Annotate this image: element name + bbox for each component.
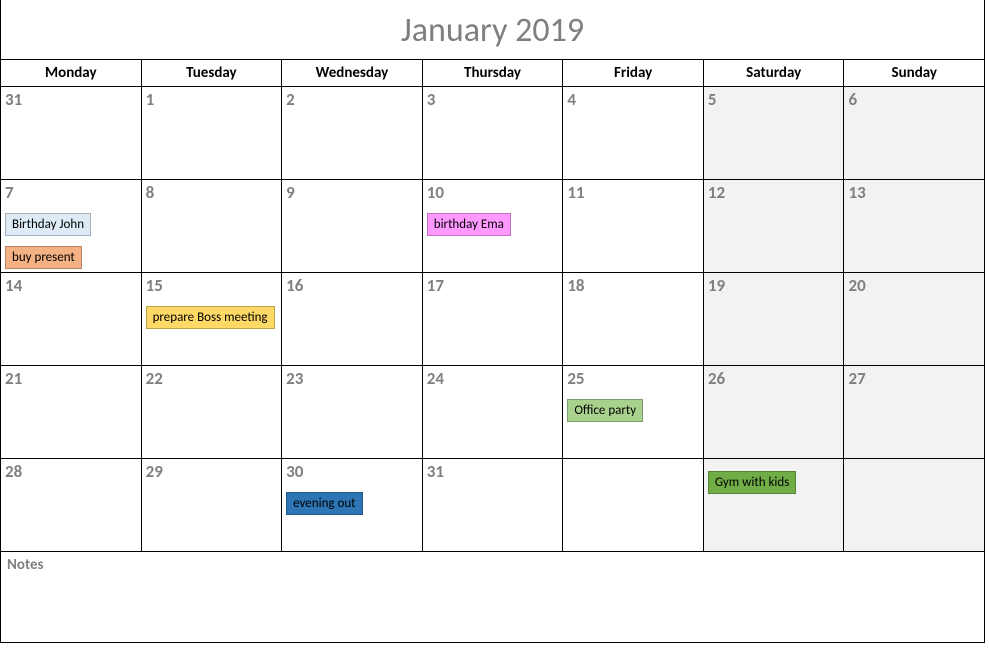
- calendar-title: January 2019: [1, 0, 984, 59]
- week-row: 21 22 23 24 25 Office party 26 27: [1, 366, 984, 459]
- day-cell[interactable]: 24: [423, 366, 564, 458]
- weeks-container: 311234567Birthday Johnbuy present8910bir…: [1, 87, 984, 552]
- day-header: Saturday: [704, 60, 845, 86]
- day-cell[interactable]: 31: [423, 459, 564, 551]
- day-cell[interactable]: 20: [844, 273, 984, 365]
- day-cell[interactable]: 22: [142, 366, 283, 458]
- day-cell[interactable]: 18: [563, 273, 704, 365]
- day-number: 14: [5, 275, 137, 296]
- day-cell[interactable]: 9: [282, 180, 423, 272]
- day-number: 21: [5, 368, 137, 389]
- day-cell[interactable]: 23: [282, 366, 423, 458]
- day-number: 12: [708, 182, 840, 203]
- day-number: 1: [146, 89, 278, 110]
- day-number: 28: [5, 461, 137, 482]
- day-cell[interactable]: 13: [844, 180, 984, 272]
- day-number: 23: [286, 368, 418, 389]
- day-number: 26: [708, 368, 840, 389]
- day-number: 22: [146, 368, 278, 389]
- day-number: 15: [146, 275, 278, 296]
- day-cell[interactable]: 29: [142, 459, 283, 551]
- calendar-event[interactable]: Office party: [567, 399, 643, 422]
- week-row: 31 123456: [1, 87, 984, 180]
- day-cell[interactable]: 26: [704, 366, 845, 458]
- calendar-event[interactable]: evening out: [286, 492, 362, 515]
- day-cell[interactable]: [844, 459, 984, 551]
- day-cell[interactable]: 11: [563, 180, 704, 272]
- day-cell[interactable]: 15 prepare Boss meeting: [142, 273, 283, 365]
- day-cell[interactable]: 5: [704, 87, 845, 179]
- day-number: 9: [286, 182, 418, 203]
- day-number: 10: [427, 182, 559, 203]
- day-cell[interactable]: 7 Birthday John buy present: [1, 180, 142, 272]
- day-number: 18: [567, 275, 699, 296]
- day-cell[interactable]: 2: [282, 87, 423, 179]
- day-cell[interactable]: [563, 459, 704, 551]
- day-number: 25: [567, 368, 699, 389]
- day-number: 16: [286, 275, 418, 296]
- day-number: 8: [146, 182, 278, 203]
- day-cell[interactable]: Gym with kids: [704, 459, 845, 551]
- calendar-event[interactable]: buy present: [5, 246, 82, 269]
- day-number: 31: [5, 89, 137, 110]
- day-number: 17: [427, 275, 559, 296]
- day-number: 29: [146, 461, 278, 482]
- day-header: Monday: [1, 60, 142, 86]
- day-cell[interactable]: 19: [704, 273, 845, 365]
- day-number: 19: [708, 275, 840, 296]
- day-cell[interactable]: 12: [704, 180, 845, 272]
- day-number: 3: [427, 89, 559, 110]
- day-number: 30: [286, 461, 418, 482]
- day-cell[interactable]: 10 birthday Ema: [423, 180, 564, 272]
- day-number: 20: [848, 275, 980, 296]
- day-cell[interactable]: 28: [1, 459, 142, 551]
- week-row: 7 Birthday John buy present 89 10 birthday Em…: [1, 180, 984, 273]
- day-cell[interactable]: 4: [563, 87, 704, 179]
- week-row: 28 29 30 evening out 31 Gym with kids: [1, 459, 984, 552]
- day-header: Friday: [563, 60, 704, 86]
- day-header-row: Monday Tuesday Wednesday Thursday Friday…: [1, 59, 984, 87]
- calendar: January 2019 Monday Tuesday Wednesday Th…: [0, 0, 985, 643]
- calendar-event[interactable]: Gym with kids: [708, 471, 796, 494]
- day-header: Wednesday: [282, 60, 423, 86]
- calendar-event[interactable]: prepare Boss meeting: [146, 306, 275, 329]
- day-cell[interactable]: 25 Office party: [563, 366, 704, 458]
- day-number: 4: [567, 89, 699, 110]
- day-number: 5: [708, 89, 840, 110]
- notes-row: Notes: [1, 552, 984, 642]
- day-number: 11: [567, 182, 699, 203]
- day-header: Thursday: [423, 60, 564, 86]
- day-cell[interactable]: 17: [423, 273, 564, 365]
- day-header: Tuesday: [142, 60, 283, 86]
- day-cell[interactable]: 16: [282, 273, 423, 365]
- day-cell[interactable]: 3: [423, 87, 564, 179]
- day-number: 6: [848, 89, 980, 110]
- day-cell[interactable]: 6: [844, 87, 984, 179]
- day-cell[interactable]: 30 evening out: [282, 459, 423, 551]
- day-number: 27: [848, 368, 980, 389]
- day-number: 24: [427, 368, 559, 389]
- day-number: 7: [5, 182, 137, 203]
- calendar-event[interactable]: birthday Ema: [427, 213, 511, 236]
- day-number: 2: [286, 89, 418, 110]
- notes-label: Notes: [1, 552, 984, 642]
- calendar-event[interactable]: Birthday John: [5, 213, 91, 236]
- day-cell[interactable]: 14: [1, 273, 142, 365]
- day-header: Sunday: [844, 60, 984, 86]
- week-row: 14 15 prepare Boss meeting 16 17 18 19 20: [1, 273, 984, 366]
- day-number: 13: [848, 182, 980, 203]
- day-cell[interactable]: 27: [844, 366, 984, 458]
- day-cell[interactable]: 1: [142, 87, 283, 179]
- day-cell[interactable]: 21: [1, 366, 142, 458]
- day-cell[interactable]: 8: [142, 180, 283, 272]
- day-number: 31: [427, 461, 559, 482]
- day-cell[interactable]: 31: [1, 87, 142, 179]
